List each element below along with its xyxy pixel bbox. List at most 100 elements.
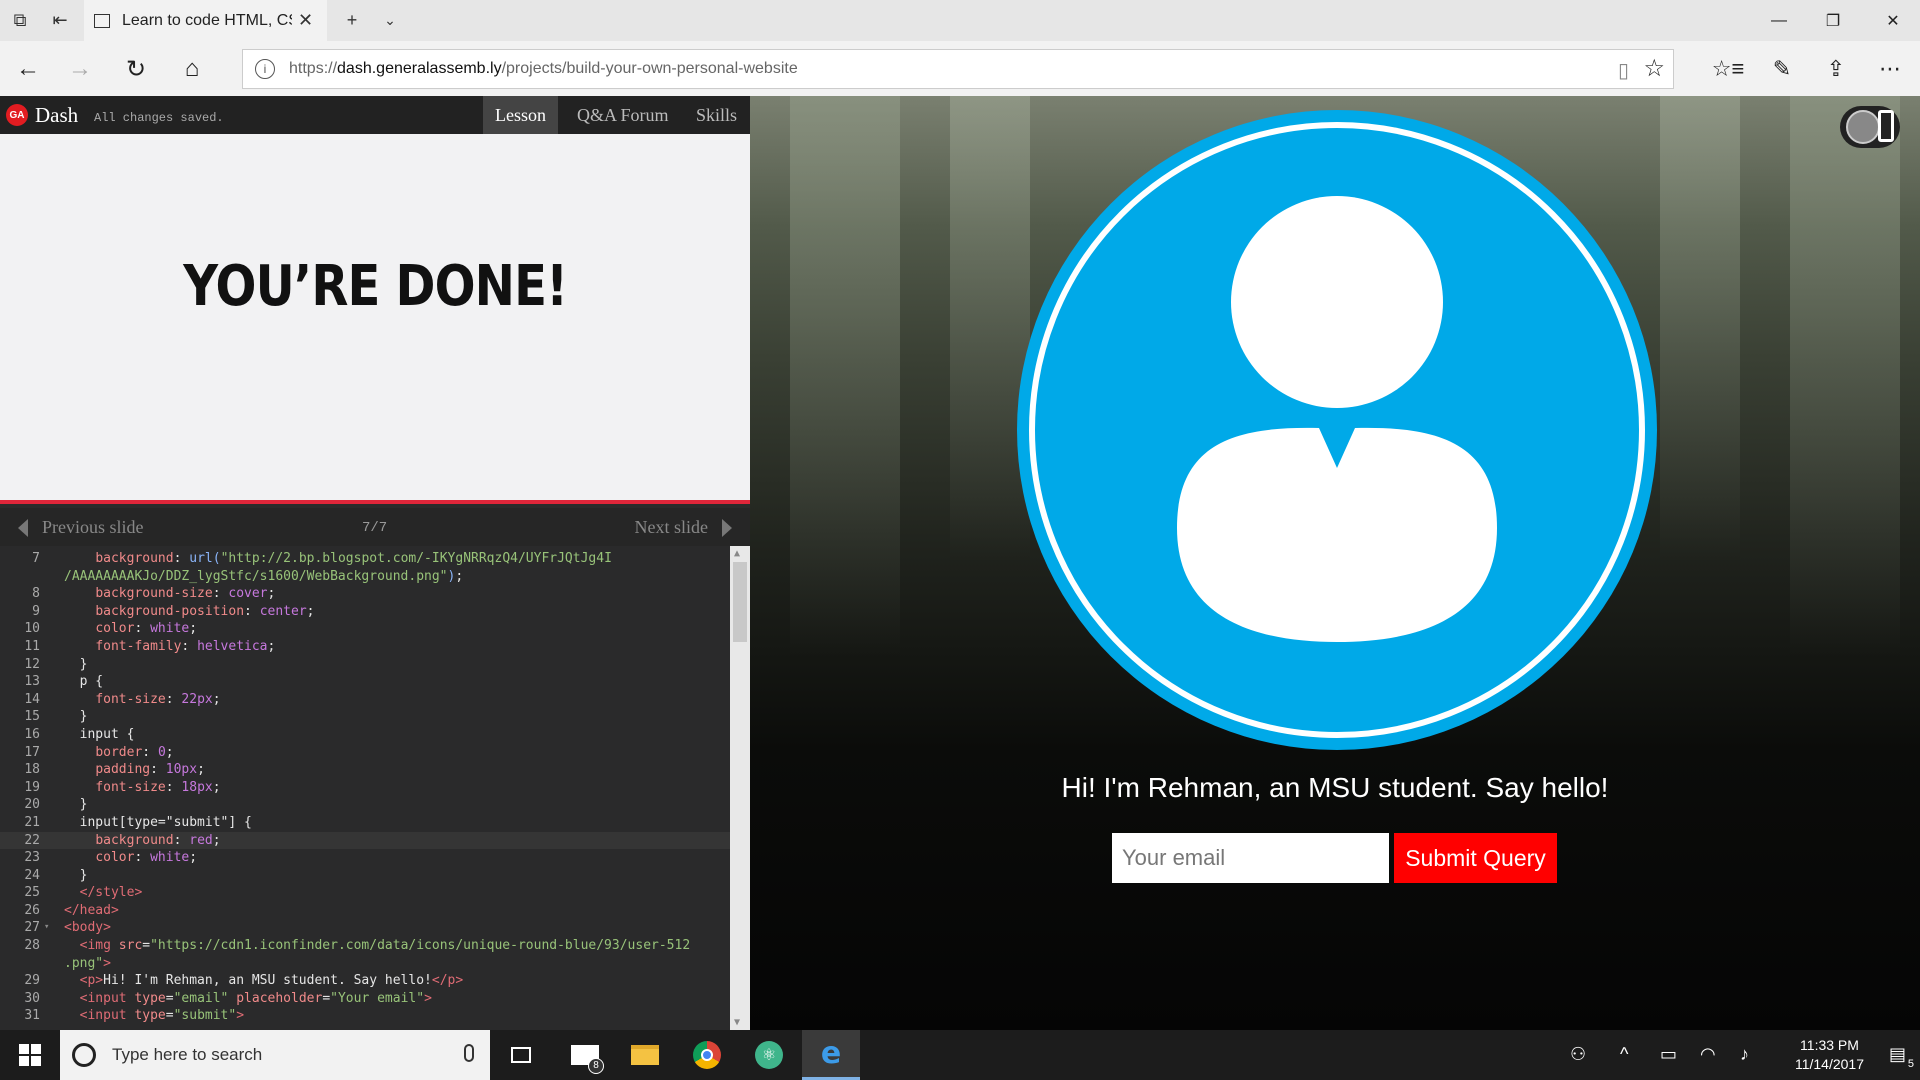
wifi-icon[interactable]: ◠: [1700, 1044, 1716, 1065]
code-text: input {: [64, 726, 135, 742]
browser-tab[interactable]: Learn to code HTML, CS ✕: [84, 0, 327, 41]
code-lines[interactable]: 7 background: url("http://2.bp.blogspot.…: [0, 550, 730, 1025]
mobile-preview-icon[interactable]: [1878, 110, 1894, 142]
show-hidden-icons-icon[interactable]: ^: [1620, 1044, 1628, 1065]
line-number: 17: [24, 744, 40, 760]
code-line[interactable]: 9 background-position: center;: [0, 603, 730, 621]
home-icon[interactable]: ⌂: [172, 49, 212, 89]
code-line[interactable]: 31 <input type="submit">: [0, 1007, 730, 1025]
avatar: [1015, 108, 1659, 752]
code-line[interactable]: 7 background: url("http://2.bp.blogspot.…: [0, 550, 730, 568]
code-line[interactable]: 29 <p>Hi! I'm Rehman, an MSU student. Sa…: [0, 972, 730, 990]
windows-logo-icon: [19, 1044, 41, 1066]
tab-manager-icon[interactable]: ⧉: [0, 0, 40, 41]
site-info-icon[interactable]: i: [255, 59, 275, 79]
file-explorer-icon[interactable]: [616, 1030, 674, 1080]
ga-logo[interactable]: GA: [6, 104, 28, 126]
editor-scrollbar[interactable]: ▲ ▼: [730, 546, 750, 1030]
code-line[interactable]: 20 }: [0, 796, 730, 814]
favorites-hub-icon[interactable]: ☆≡: [1708, 49, 1748, 89]
url-field[interactable]: i https://dash.generalassemb.ly/projects…: [242, 49, 1674, 89]
scroll-up-icon[interactable]: ▲: [734, 548, 740, 559]
code-line[interactable]: 21 input[type="submit"] {: [0, 814, 730, 832]
minimize-icon[interactable]: —: [1752, 0, 1806, 41]
notification-count: 5: [1907, 1058, 1914, 1070]
code-line[interactable]: 19 font-size: 18px;: [0, 779, 730, 797]
tab-preview-chevron-icon[interactable]: ⌄: [370, 0, 410, 41]
favorite-star-icon[interactable]: ☆: [1643, 54, 1665, 83]
atom-icon[interactable]: ⚛: [740, 1030, 798, 1080]
code-text: color: white;: [95, 621, 198, 637]
code-line[interactable]: 12 }: [0, 656, 730, 674]
start-button[interactable]: [0, 1030, 60, 1080]
tab-qa-forum[interactable]: Q&A Forum: [565, 96, 681, 134]
code-editor[interactable]: 7 background: url("http://2.bp.blogspot.…: [0, 546, 750, 1030]
code-line[interactable]: 10 color: white;: [0, 620, 730, 638]
fold-icon: [44, 550, 64, 568]
volume-icon[interactable]: ♪: [1740, 1044, 1749, 1065]
next-slide-button[interactable]: Next slide: [635, 517, 732, 538]
reading-view-icon[interactable]: ▯: [1618, 58, 1629, 83]
code-line[interactable]: /AAAAAAAAKJo/DDZ_lygStfc/s1600/WebBackgr…: [0, 568, 730, 586]
forward-icon[interactable]: →: [60, 49, 100, 89]
back-icon[interactable]: ←: [8, 49, 48, 89]
close-window-icon[interactable]: ✕: [1866, 0, 1920, 41]
set-aside-tabs-icon[interactable]: ⇤: [40, 0, 80, 41]
close-tab-icon[interactable]: ✕: [298, 10, 313, 31]
code-line[interactable]: 22 background: red;: [0, 831, 730, 850]
chrome-icon[interactable]: [678, 1030, 736, 1080]
code-line[interactable]: 24 }: [0, 867, 730, 885]
code-line[interactable]: 14 font-size: 22px;: [0, 691, 730, 709]
more-menu-icon[interactable]: ⋯: [1870, 49, 1910, 89]
email-input[interactable]: [1112, 833, 1389, 883]
submit-query-button[interactable]: Submit Query: [1394, 833, 1557, 883]
slide-heading: YOU’RE DONE!: [182, 253, 568, 319]
refresh-icon[interactable]: ↻: [116, 49, 156, 89]
code-line[interactable]: .png">: [0, 955, 730, 973]
fold-icon: [44, 955, 64, 973]
scrollbar-thumb[interactable]: [733, 562, 747, 642]
code-text: p {: [64, 674, 104, 690]
code-line[interactable]: 17 border: 0;: [0, 744, 730, 762]
task-view-icon[interactable]: [492, 1030, 550, 1080]
code-line[interactable]: 27 ▾ <body>: [0, 919, 730, 937]
fold-icon: [44, 990, 64, 1008]
line-number: 7: [32, 551, 40, 566]
clock[interactable]: 11:33 PM 11/14/2017: [1795, 1036, 1864, 1074]
url-text: https://dash.generalassemb.ly/projects/b…: [289, 60, 798, 77]
page-icon: [94, 13, 110, 28]
code-line[interactable]: 18 padding: 10px;: [0, 761, 730, 779]
people-icon[interactable]: ⚇: [1570, 1044, 1586, 1065]
fold-icon: [44, 902, 64, 920]
code-line[interactable]: 23 color: white;: [0, 849, 730, 867]
tab-lesson[interactable]: Lesson: [483, 96, 558, 134]
mail-icon[interactable]: 8: [556, 1030, 614, 1080]
search-placeholder: Type here to search: [112, 1045, 263, 1064]
code-line[interactable]: 26 </head>: [0, 902, 730, 920]
action-center-icon[interactable]: ▤: [1889, 1044, 1906, 1065]
previous-slide-button[interactable]: Previous slide: [18, 517, 144, 538]
code-line[interactable]: 15 }: [0, 708, 730, 726]
restore-icon[interactable]: ❐: [1806, 0, 1860, 41]
edge-icon[interactable]: e: [802, 1030, 860, 1080]
fold-icon[interactable]: ▾: [44, 919, 64, 937]
fold-icon: [44, 656, 64, 674]
code-line[interactable]: 28 <img src="https://cdn1.iconfinder.com…: [0, 937, 730, 955]
dash-title[interactable]: Dash: [35, 103, 78, 128]
code-line[interactable]: 16 input {: [0, 726, 730, 744]
line-number: 29: [24, 973, 40, 989]
tab-skills[interactable]: Skills: [684, 96, 749, 134]
code-line[interactable]: 30 <input type="email" placeholder="Your…: [0, 990, 730, 1008]
code-line[interactable]: 11 font-family: helvetica;: [0, 638, 730, 656]
taskbar-search[interactable]: Type here to search: [60, 1030, 490, 1080]
code-line[interactable]: 8 background-size: cover;: [0, 585, 730, 603]
battery-icon[interactable]: ▭: [1660, 1044, 1677, 1065]
microphone-icon[interactable]: [464, 1044, 474, 1062]
scroll-down-icon[interactable]: ▼: [734, 1017, 740, 1028]
web-note-icon[interactable]: ✎: [1762, 49, 1802, 89]
code-line[interactable]: 25 </style>: [0, 884, 730, 902]
address-bar-row: ← → ↻ ⌂ i https://dash.generalassemb.ly/…: [0, 41, 1920, 96]
code-line[interactable]: 13 p {: [0, 673, 730, 691]
new-tab-icon[interactable]: +: [332, 0, 372, 41]
share-icon[interactable]: ⇪: [1816, 49, 1856, 89]
